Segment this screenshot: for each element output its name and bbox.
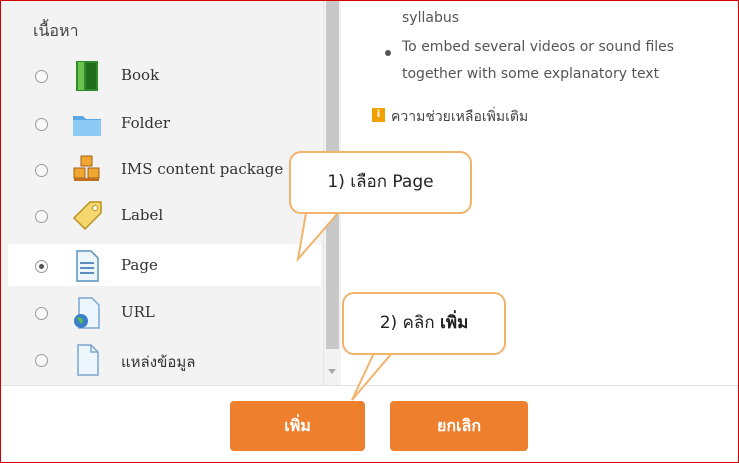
callout-click-add: 2) คลิก เพิ่ม	[342, 292, 506, 355]
list-item-resource[interactable]: แหล่งข้อมูล	[8, 338, 321, 380]
list-item-url[interactable]: URL	[8, 291, 321, 333]
list-item-ims-content-package[interactable]: IMS content package	[8, 148, 321, 190]
radio-page[interactable]	[35, 260, 48, 273]
scroll-down-arrow-icon[interactable]	[328, 369, 336, 374]
file-icon	[77, 344, 99, 376]
radio-label[interactable]	[35, 210, 48, 223]
item-label: Page	[121, 256, 158, 274]
list-item-book[interactable]: Book	[8, 54, 321, 96]
help-line: To embed several videos or sound files	[402, 39, 675, 55]
list-item-folder[interactable]: Folder	[8, 102, 321, 144]
folder-icon	[73, 116, 101, 136]
help-line: syllabus	[402, 10, 459, 26]
item-label: IMS content package	[121, 160, 284, 178]
cancel-button[interactable]: ยกเลิก	[390, 401, 528, 451]
radio-book[interactable]	[35, 70, 48, 83]
radio-url[interactable]	[35, 307, 48, 320]
info-icon: i	[372, 108, 385, 122]
url-globe-icon	[74, 297, 100, 329]
page-icon	[76, 250, 99, 282]
add-button[interactable]: เพิ่ม	[230, 401, 365, 451]
activity-chooser-list: เนื้อหา Book Folder IMS content package	[1, 1, 323, 385]
item-label: Folder	[121, 114, 171, 132]
footer-divider	[1, 385, 738, 386]
label-tag-icon	[72, 201, 102, 231]
bullet-icon	[385, 50, 391, 56]
radio-folder[interactable]	[35, 118, 48, 131]
callout-text-bold: เพิ่ม	[440, 313, 469, 333]
more-help-link[interactable]: ความช่วยเหลือเพิ่มเติม	[391, 106, 528, 128]
section-title: เนื้อหา	[33, 21, 79, 40]
item-label: แหล่งข้อมูล	[121, 353, 196, 371]
list-item-page[interactable]: Page	[8, 244, 321, 286]
callout-select-page: 1) เลือก Page	[289, 151, 472, 214]
callout-text: 2) คลิก	[379, 313, 441, 333]
help-line: together with some explanatory text	[402, 66, 660, 82]
radio-resource[interactable]	[35, 354, 48, 367]
item-label: URL	[121, 303, 155, 321]
item-label: Book	[121, 66, 160, 84]
item-label: Label	[121, 206, 164, 224]
book-icon	[76, 61, 98, 91]
radio-ims[interactable]	[35, 164, 48, 177]
package-icon	[73, 155, 100, 181]
callout-text: 1) เลือก Page	[327, 172, 434, 192]
list-item-label[interactable]: Label	[8, 194, 321, 236]
